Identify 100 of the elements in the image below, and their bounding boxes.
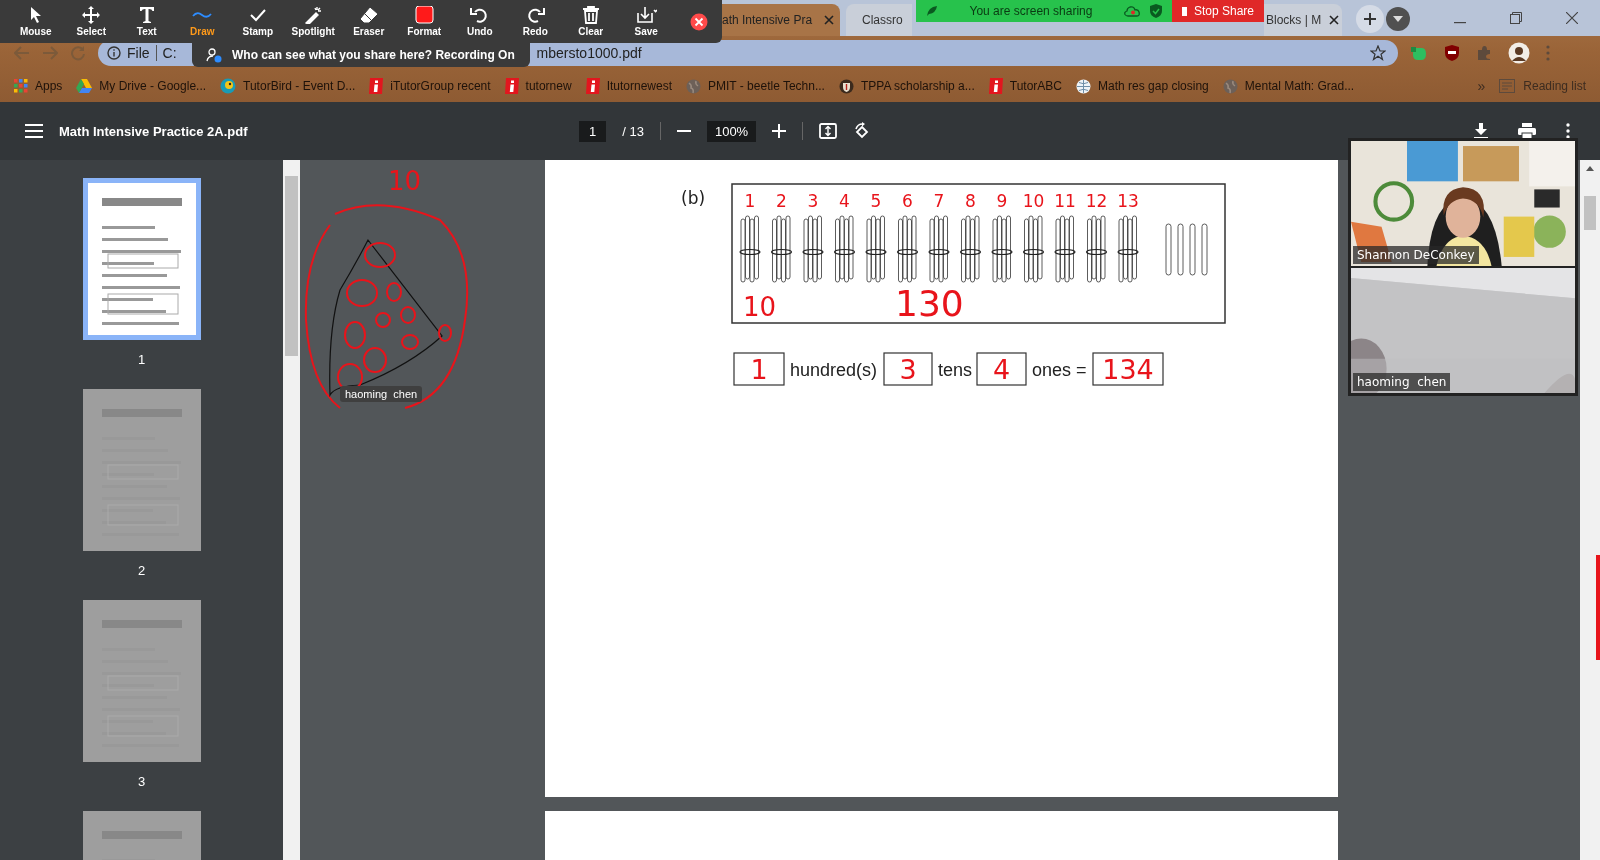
browser-tab[interactable]: ath Intensive Pra [722, 4, 840, 36]
page-number-field[interactable]: 1 [579, 120, 607, 142]
single-stick [1165, 223, 1172, 276]
bookmark[interactable]: TPPA scholarship a... [838, 78, 975, 94]
browser-tab[interactable]: Classro [846, 4, 912, 36]
stick-bundle [770, 215, 793, 283]
handwritten-count: 8 [965, 191, 976, 211]
bookmark-logo-icon [585, 78, 600, 94]
single-stick [1177, 223, 1184, 276]
stick-bundle [802, 215, 824, 283]
annotation-tool[interactable]: Eraser [341, 6, 397, 37]
participant-name: haoming chen [1353, 373, 1451, 391]
stick-bundle [1054, 215, 1076, 283]
close-icon[interactable] [690, 12, 708, 31]
stop-share-button[interactable]: Stop Share [1172, 0, 1264, 22]
answer-field[interactable]: 134 [1092, 352, 1164, 386]
annotation-tool[interactable]: Undo [452, 6, 508, 37]
stick-bundle [1117, 215, 1139, 283]
handwritten-number: 130 [895, 283, 964, 324]
scrollbar-thumb[interactable] [285, 176, 298, 356]
answer-field[interactable]: 1 [733, 352, 785, 386]
annotation-tool[interactable]: Stamp [230, 6, 286, 37]
annotation-tool[interactable]: Clear [563, 6, 619, 37]
scrollbar-thumb[interactable] [1584, 196, 1596, 230]
menu-icon[interactable] [25, 124, 43, 138]
avatar-icon[interactable] [1508, 42, 1530, 64]
annotation-tool[interactable]: Save [618, 6, 674, 37]
handwritten-count: 2 [776, 191, 787, 211]
bookmarks-overflow[interactable]: » [1477, 78, 1486, 94]
annotation-tool[interactable]: Select [63, 6, 119, 37]
zoom-in-icon[interactable] [772, 124, 787, 138]
close-icon[interactable] [1329, 15, 1340, 25]
scroll-up-icon[interactable] [1586, 166, 1594, 171]
zoom-field[interactable]: 100% [706, 120, 757, 142]
annotation-tool[interactable]: Spotlight [285, 6, 341, 37]
stick-bundle [739, 215, 761, 283]
stick-bundle [959, 215, 982, 283]
stick-bundle [991, 215, 1013, 283]
bookmark[interactable]: PMIT - beetle Techn... [686, 78, 825, 94]
page-number: 3 [137, 774, 146, 789]
bookmark[interactable]: Itutornewest [585, 78, 672, 94]
info-icon [107, 46, 121, 60]
page-count: / 13 [622, 123, 644, 139]
handwritten-count: 13 [1117, 191, 1139, 211]
leaf-icon [926, 5, 938, 17]
stick-bundle [1022, 215, 1045, 283]
annotation-tool[interactable]: Format [396, 6, 452, 37]
participant-name: Shannon DeConkey [1353, 246, 1479, 264]
handwritten-count: 4 [839, 191, 850, 211]
restore-icon[interactable] [1510, 12, 1522, 24]
new-tab-button[interactable] [1356, 5, 1384, 33]
annotator-name: haoming chen [340, 386, 423, 402]
address-path: C: [162, 45, 177, 61]
stop-icon [1182, 6, 1187, 16]
tab-search-button[interactable] [1386, 7, 1410, 31]
annotation-tool[interactable]: Text [119, 6, 175, 37]
handwritten-count: 12 [1085, 191, 1108, 211]
triangle-icon [76, 79, 93, 93]
bookmark[interactable]: TutorABC [988, 78, 1063, 94]
cloud-icon [1124, 5, 1140, 17]
fit-page-icon[interactable] [819, 123, 838, 139]
bookmark[interactable]: TutorBird - Event D... [220, 78, 356, 94]
handwritten-count: 5 [870, 191, 882, 211]
stick-bundle [928, 215, 950, 283]
stick-bundle [896, 215, 919, 283]
page-number: 1 [137, 352, 146, 367]
browser-tab[interactable]: Blocks | M [1264, 4, 1342, 36]
page-thumbnail[interactable] [82, 600, 201, 762]
handwritten-count: 10 [1022, 191, 1045, 211]
document-title: Math Intensive Practice 2A.pdf [59, 123, 249, 139]
page-thumbnail[interactable] [82, 178, 201, 340]
annotation-tool[interactable]: Redo [507, 6, 563, 37]
star-icon[interactable] [1370, 45, 1386, 61]
single-stick [1201, 223, 1208, 276]
share-tooltip: Who can see what you share here? Recording On [192, 42, 530, 67]
question-label: (b) [681, 188, 706, 208]
handwritten-count: 1 [744, 191, 756, 211]
bookmark[interactable]: iTutorGroup recent [369, 78, 491, 94]
annotation-tool[interactable]: Draw [174, 6, 230, 37]
bookmark[interactable]: My Drive - Google... [76, 79, 207, 93]
more-icon[interactable] [1566, 123, 1570, 139]
handwritten-count: 7 [933, 191, 945, 211]
handwritten-number: 10 [388, 166, 422, 196]
page-thumbnail[interactable] [82, 389, 201, 551]
address-scheme: File [127, 45, 150, 61]
bookmark[interactable]: tutornew [504, 78, 572, 94]
close-icon[interactable] [1566, 12, 1578, 24]
bookmark[interactable]: Mental Math: Grad... [1222, 78, 1355, 94]
answer-field[interactable]: 3 [883, 352, 933, 386]
reading-list-button[interactable]: Reading list [1499, 79, 1586, 93]
answer-field[interactable]: 4 [976, 352, 1027, 386]
annotation-tool[interactable]: Mouse [8, 6, 64, 37]
caret-icon [1393, 15, 1403, 23]
crest-icon [838, 78, 854, 94]
minimize-icon[interactable] [1454, 22, 1466, 24]
bookmark[interactable]: Math res gap closing [1076, 78, 1209, 94]
shield-icon[interactable] [1444, 44, 1460, 62]
shield-icon [1150, 4, 1162, 18]
answer-label: tens [938, 360, 973, 380]
bookmark[interactable]: Apps [14, 79, 63, 93]
